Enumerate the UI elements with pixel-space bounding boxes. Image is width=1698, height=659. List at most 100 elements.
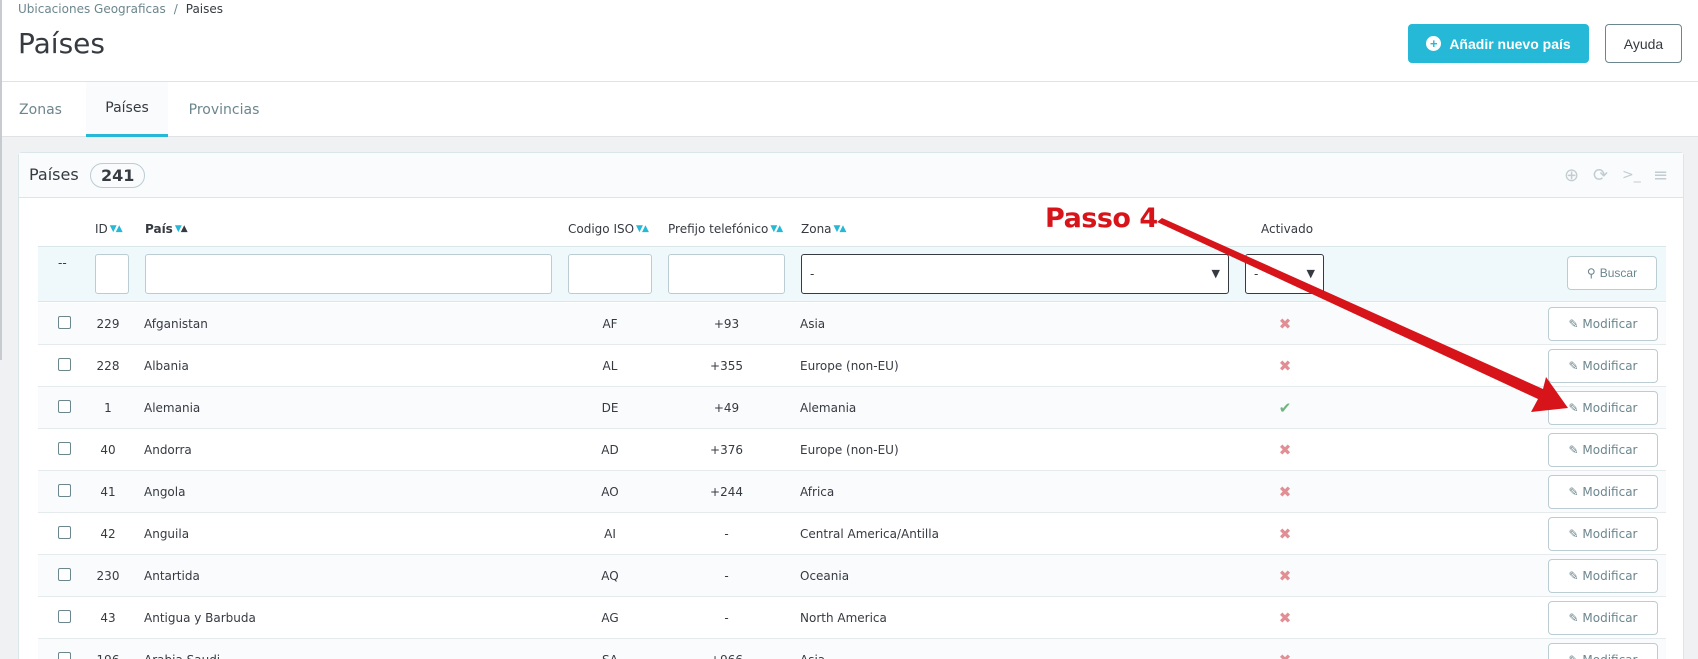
cell-zona: Europe (non-EU) [800,443,899,457]
cell-zona: Africa [800,485,835,499]
column-header-activado: Activado [1261,222,1313,236]
search-button[interactable]: ⚲ Buscar [1567,256,1657,290]
sort-icon[interactable]: ▼▲ [770,224,783,234]
cell-iso: DE [601,401,619,415]
cell-zona: North America [800,611,887,625]
edit-button[interactable]: ✎ Modificar [1548,391,1658,425]
annotation-label: Passo 4 [1045,203,1158,234]
cell-pais: Arabia Saudi [144,639,544,659]
pencil-icon: ✎ [1568,359,1583,373]
add-icon[interactable]: ⊕ [1564,165,1579,186]
row-checkbox[interactable] [58,484,71,497]
terminal-icon[interactable]: >_ [1622,167,1641,183]
filter-activado-value: - [1254,267,1259,281]
row-checkbox[interactable] [58,316,71,329]
row-checkbox[interactable] [58,610,71,623]
edit-button[interactable]: ✎ Modificar [1548,559,1658,593]
cell-zona: Oceania [800,569,850,583]
cell-activado[interactable]: ✖ [1245,471,1325,513]
cell-prefix: +376 [710,443,743,457]
edit-button[interactable]: ✎ Modificar [1548,307,1658,341]
refresh-icon[interactable]: ⟳ [1593,165,1608,186]
edit-button[interactable]: ✎ Modificar [1548,601,1658,635]
filter-zona-select[interactable]: - ▼ [801,254,1229,294]
filter-iso-input[interactable] [568,254,652,294]
cell-activado[interactable]: ✖ [1245,639,1325,659]
filter-activado-select[interactable]: - ▼ [1245,254,1324,294]
tab-zonas[interactable]: Zonas [2,82,79,137]
edit-button[interactable]: ✎ Modificar [1548,643,1658,659]
column-iso-label: Codigo ISO [568,222,635,236]
cell-activado[interactable]: ✖ [1245,555,1325,597]
cell-pais: Angola [144,485,186,499]
sort-icon[interactable]: ▼▲ [834,224,847,234]
filter-id-input[interactable] [95,254,129,294]
add-country-button[interactable]: + Añadir nuevo país [1408,24,1589,63]
cell-id: 42 [100,527,116,541]
filter-prefix-input[interactable] [668,254,785,294]
breadcrumb-separator: / [173,2,178,16]
cell-activado[interactable]: ✔ [1245,387,1325,429]
cell-zona: Alemania [800,401,857,415]
table-row: 40 Andorra AD +376 Europe (non-EU) ✖ ✎ Modific… [38,429,1666,471]
sort-icon[interactable]: ▼▲ [110,224,123,234]
cell-id: 40 [100,443,116,457]
cell-activado[interactable]: ✖ [1245,303,1325,345]
cell-iso: AL [602,359,618,373]
cell-id: 1 [104,401,112,415]
sort-icon[interactable]: ▼▲ [636,224,649,234]
edit-button[interactable]: ✎ Modificar [1548,349,1658,383]
row-checkbox[interactable] [58,526,71,539]
cell-iso: AG [601,611,619,625]
cell-prefix: - [724,527,729,541]
tab-bar: Zonas Países Provincias [2,82,1698,137]
cell-prefix: +49 [713,401,740,415]
breadcrumb-parent[interactable]: Ubicaciones Geograficas [18,2,166,16]
panel-title: Países [29,165,79,184]
pencil-icon: ✎ [1568,443,1583,457]
filter-pais-input[interactable] [145,254,552,294]
page-title: Países [18,27,105,60]
cell-activado[interactable]: ✖ [1245,345,1325,387]
table-row: 229 Afganistan AF +93 Asia ✖ ✎ Modificar [38,303,1666,345]
row-checkbox[interactable] [58,652,71,659]
table-row: 43 Antigua y Barbuda AG - North America ✖ ✎ Mo… [38,597,1666,639]
column-header-prefix[interactable]: Prefijo telefónico ▼▲ [668,222,783,236]
breadcrumb-current: Paises [185,2,224,16]
edit-button[interactable]: ✎ Modificar [1548,475,1658,509]
cell-activado[interactable]: ✖ [1245,513,1325,555]
cell-zona: Asia [800,317,826,331]
edit-button-label: Modificar [1582,653,1637,659]
check-icon: ✔ [1278,399,1292,417]
row-checkbox[interactable] [58,568,71,581]
table-row: 230 Antartida AQ - Oceania ✖ ✎ Modificar [38,555,1666,597]
table-row: 196 Arabia Saudi SA +966 Asia ✖ ✎ Modificar [38,639,1666,659]
column-header-pais[interactable]: País ▼▲ [145,222,188,236]
column-header-iso[interactable]: Codigo ISO ▼▲ [568,222,649,236]
column-activado-label: Activado [1261,222,1314,236]
cell-id: 41 [100,485,116,499]
chevron-down-icon: ▼ [1306,267,1315,280]
edit-button[interactable]: ✎ Modificar [1548,517,1658,551]
cell-activado[interactable]: ✖ [1245,597,1325,639]
column-prefix-label: Prefijo telefónico [668,222,769,236]
cell-activado[interactable]: ✖ [1245,429,1325,471]
database-icon[interactable]: ≡ [1653,165,1668,186]
row-checkbox[interactable] [58,442,71,455]
edit-button[interactable]: ✎ Modificar [1548,433,1658,467]
sort-icon[interactable]: ▼▲ [175,224,188,234]
bulk-actions[interactable]: -- [58,256,67,270]
column-header-id[interactable]: ID ▼▲ [95,222,123,236]
table-row: 41 Angola AO +244 Africa ✖ ✎ Modificar [38,471,1666,513]
column-header-zona[interactable]: Zona ▼▲ [801,222,847,236]
tab-paises[interactable]: Países [86,82,168,137]
column-pais-label: País [145,222,173,236]
cell-zona: Europe (non-EU) [800,359,899,373]
tab-provincias[interactable]: Provincias [174,82,274,137]
edit-button-label: Modificar [1582,569,1638,583]
cross-icon: ✖ [1278,441,1292,459]
row-checkbox[interactable] [58,358,71,371]
row-checkbox[interactable] [58,400,71,413]
column-id-label: ID [95,222,108,236]
help-button[interactable]: Ayuda [1605,24,1682,63]
